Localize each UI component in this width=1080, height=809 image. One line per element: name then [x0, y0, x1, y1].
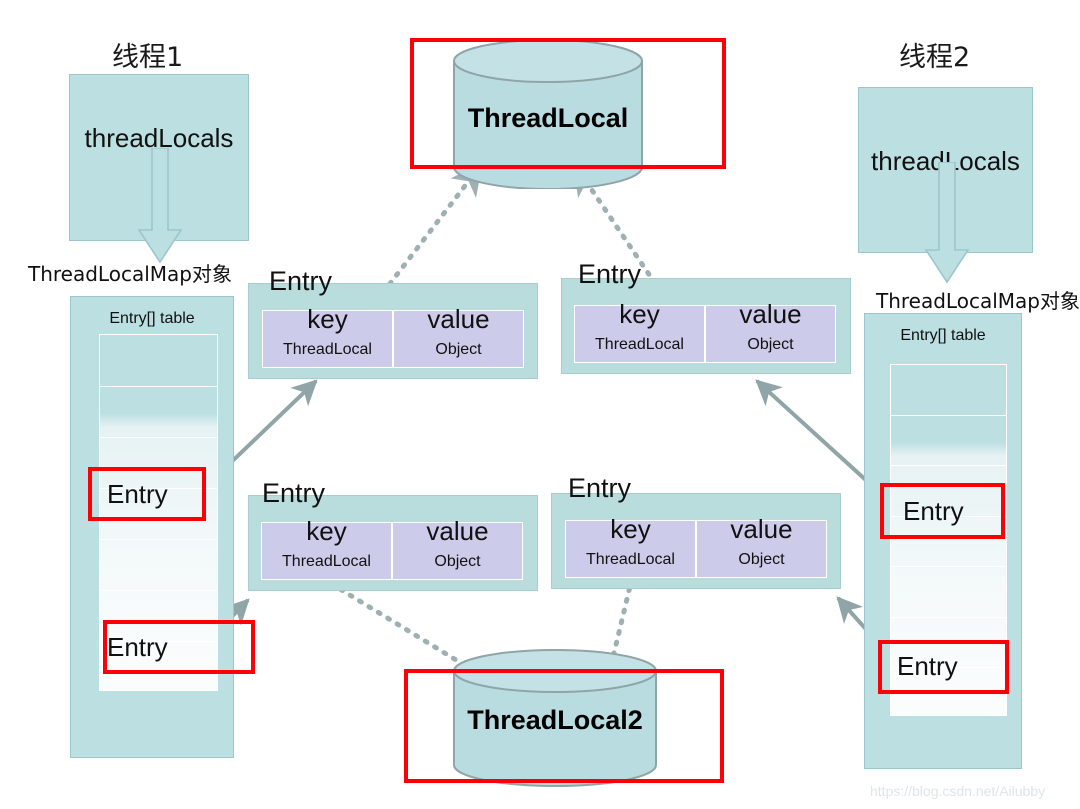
- thread1-entry-table-label: Entry[] table: [109, 310, 195, 327]
- thread2-down-arrow-icon: [922, 162, 972, 286]
- entry-card-top-left-key-cell: key ThreadLocal: [262, 304, 393, 368]
- value-value: Object: [435, 341, 482, 358]
- value-value: Object: [434, 553, 481, 570]
- thread1-slot-entry-2-highlight: [103, 620, 255, 674]
- key-header: key: [306, 516, 347, 546]
- value-value: Object: [738, 551, 785, 568]
- entry-card-bottom-left-key-cell: key ThreadLocal: [261, 516, 392, 580]
- slot-divider: [891, 617, 1006, 618]
- thread1-map-caption: ThreadLocalMap对象: [28, 262, 232, 286]
- thread1-down-arrow-icon: [135, 148, 185, 266]
- entry-card-top-left-title: Entry: [269, 266, 333, 296]
- entry-card-bottom-left-value-cell: value Object: [392, 516, 523, 580]
- entry-card-bottom-left-kv: key ThreadLocal value Object: [261, 516, 523, 580]
- slot-divider: [100, 437, 217, 438]
- thread2-title: 线程2: [899, 42, 971, 73]
- threadlocal-top-highlight: [410, 38, 726, 169]
- entry-card-bottom-right-kv: key ThreadLocal value Object: [565, 514, 827, 578]
- key-header: key: [610, 514, 651, 544]
- key-header: key: [307, 304, 348, 334]
- slot-divider: [891, 566, 1006, 567]
- entry-card-bottom-right-key-cell: key ThreadLocal: [565, 514, 696, 578]
- watermark: https://blog.csdn.net/Ailubby: [870, 783, 1046, 799]
- thread2-slot-entry-1-highlight: [880, 483, 1005, 539]
- thread2-slot-entry-2-highlight: [878, 640, 1009, 694]
- value-value: Object: [747, 336, 794, 353]
- value-header: value: [426, 516, 489, 546]
- threadlocal-bottom-highlight: [404, 669, 724, 783]
- key-value: ThreadLocal: [282, 553, 371, 570]
- entry-card-top-right-value-cell: value Object: [705, 299, 836, 363]
- thread1-slot-entry-1-highlight: [88, 467, 206, 521]
- entry-card-top-left-kv: key ThreadLocal value Object: [262, 304, 524, 368]
- value-header: value: [427, 304, 490, 334]
- value-header: value: [739, 299, 802, 329]
- key-value: ThreadLocal: [595, 336, 684, 353]
- key-header: key: [619, 299, 660, 329]
- value-header: value: [730, 514, 793, 544]
- entry-card-top-right-kv: key ThreadLocal value Object: [574, 299, 836, 363]
- entry-card-top-left-value-cell: value Object: [393, 304, 524, 368]
- slot-divider: [100, 386, 217, 387]
- slot-divider: [891, 415, 1006, 416]
- slot-divider: [891, 465, 1006, 466]
- entry-card-top-right-key-cell: key ThreadLocal: [574, 299, 705, 363]
- diagram-canvas: 线程1 threadLocals ThreadLocalMap对象 Entry[…: [0, 0, 1080, 809]
- slot-divider: [100, 539, 217, 540]
- slot-divider: [100, 590, 217, 591]
- entry-card-bottom-right-value-cell: value Object: [696, 514, 827, 578]
- thread1-title: 线程1: [112, 42, 184, 73]
- thread2-entry-table-label: Entry[] table: [900, 327, 986, 344]
- entry-card-top-right-title: Entry: [578, 259, 642, 289]
- thread2-map-caption: ThreadLocalMap对象: [876, 289, 1080, 313]
- key-value: ThreadLocal: [283, 341, 372, 358]
- entry-card-bottom-right-title: Entry: [568, 473, 632, 503]
- entry-card-bottom-left-title: Entry: [262, 478, 326, 508]
- key-value: ThreadLocal: [586, 551, 675, 568]
